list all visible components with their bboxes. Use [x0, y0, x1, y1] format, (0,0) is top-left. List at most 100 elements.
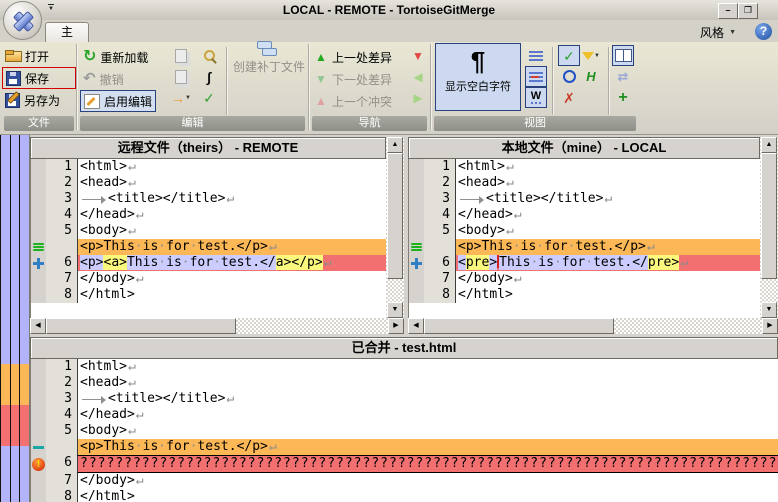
script-button[interactable]: ∫: [198, 66, 220, 87]
scroll-up-icon[interactable]: ▲: [761, 137, 777, 153]
quick-access-dropdown-icon[interactable]: ▼: [48, 4, 54, 14]
code-line[interactable]: 7 </body>↵: [31, 271, 387, 287]
scroll-left-icon[interactable]: ◀: [408, 318, 424, 334]
mine-vscrollbar[interactable]: ▲ ▼: [760, 137, 778, 318]
merged-pane[interactable]: 1 <html>↵ 2 <head>↵ 3 <title></title>↵ 4 </head…: [30, 359, 778, 502]
code-line[interactable]: 8 </html>: [31, 489, 778, 502]
scroll-thumb[interactable]: [387, 153, 403, 279]
code-line[interactable]: 5 <body>↵: [31, 223, 387, 239]
mark-resolved-button[interactable]: ✓: [198, 87, 220, 108]
line-diff-button[interactable]: [525, 66, 547, 87]
scroll-thumb[interactable]: [424, 318, 614, 334]
code-line[interactable]: 3 <title></title>↵: [409, 191, 761, 207]
theirs-vscrollbar[interactable]: ▲ ▼: [386, 137, 404, 318]
reload-button[interactable]: ↻ 重新加载: [80, 46, 156, 68]
filter-button[interactable]: ▼: [580, 45, 602, 66]
tab-whitespace-icon: [80, 391, 108, 407]
code-line[interactable]: 1 <html>↵: [31, 359, 778, 375]
maximize-button[interactable]: ❐: [738, 3, 758, 19]
goto-arrow-icon: →: [171, 89, 186, 106]
scroll-down-icon[interactable]: ▼: [761, 302, 777, 318]
prev-conflict-button[interactable]: ▲ 上一个冲突: [311, 90, 395, 112]
tab-main[interactable]: 主: [45, 22, 89, 42]
create-patch-button[interactable]: 创建补丁文件: [230, 41, 305, 74]
carriage-return-icon: ↵: [127, 159, 136, 174]
code-line[interactable]: 5 <body>↵: [31, 423, 778, 439]
paste-button[interactable]: [170, 66, 192, 87]
find-button[interactable]: [198, 45, 220, 66]
switch-view-button[interactable]: ⇄: [612, 66, 634, 87]
code-line[interactable]: ! 6??????????????????????????????????????…: [31, 455, 778, 473]
copy-button[interactable]: [170, 45, 192, 66]
code-line[interactable]: 7 </body>↵: [31, 473, 778, 489]
theirs-hscrollbar[interactable]: ◀ ▶: [30, 318, 404, 334]
mine-hscrollbar[interactable]: ◀ ▶: [408, 318, 778, 334]
scroll-thumb[interactable]: [761, 153, 777, 279]
fit-screen-button[interactable]: +: [612, 87, 634, 108]
code-line[interactable]: 6 <pre> This·is·for·test.</pre>↵: [409, 255, 761, 271]
code-line[interactable]: 5 <body>↵: [409, 223, 761, 239]
use-right-block-button[interactable]: ▶: [407, 87, 429, 108]
goto-button[interactable]: → ▼: [170, 87, 192, 108]
arrow-left-icon: ◀: [413, 69, 423, 84]
prev-diff-button[interactable]: ▲ 上一处差异: [311, 46, 395, 68]
code-line[interactable]: <p>This·is·for·test.</p>↵: [31, 239, 387, 255]
code-line[interactable]: <p>This·is·for·test.</p>↵: [409, 239, 761, 255]
style-dropdown-button[interactable]: 风格 ▼: [700, 24, 736, 41]
compare-whitespace-button[interactable]: ✓: [558, 45, 580, 66]
code-line[interactable]: 1 <html>↵: [409, 159, 761, 175]
line-wrap-button[interactable]: [525, 45, 547, 66]
next-conflict-button[interactable]: ▼: [407, 45, 429, 66]
show-whitespace-button[interactable]: ¶ 显示空白字符: [435, 43, 521, 111]
line-number: [46, 239, 77, 255]
code-line[interactable]: 8 </html>: [31, 287, 387, 303]
minimize-button[interactable]: –: [718, 3, 738, 19]
ribbon-group-file: 打开 保存 另存为 文件: [2, 43, 76, 132]
funnel-icon: [582, 51, 595, 60]
two-pane-view-button[interactable]: [612, 45, 634, 66]
theirs-pane[interactable]: 1 <html>↵ 2 <head>↵ 3 <title></title>↵ 4 </head…: [30, 159, 387, 318]
scroll-right-icon[interactable]: ▶: [388, 318, 404, 334]
scroll-right-icon[interactable]: ▶: [762, 318, 778, 334]
save-as-button[interactable]: 另存为: [2, 89, 76, 111]
code-line[interactable]: 4 </head>↵: [409, 207, 761, 223]
use-left-block-button[interactable]: ◀: [407, 66, 429, 87]
code-line[interactable]: 2 <head>↵: [31, 375, 778, 391]
code-line[interactable]: 4 </head>↵: [31, 207, 387, 223]
scroll-up-icon[interactable]: ▲: [387, 137, 403, 153]
code-line[interactable]: 8 </html>: [409, 287, 761, 303]
code-line[interactable]: 3 <title></title>↵: [31, 391, 778, 407]
app-menu-button[interactable]: [3, 1, 42, 40]
help-button[interactable]: ?: [755, 23, 772, 40]
code-segment: <head>: [80, 375, 127, 390]
next-diff-button[interactable]: ▼ 下一处差异: [311, 68, 395, 90]
undo-button[interactable]: ↶ 撤销: [80, 68, 156, 90]
line-number: [46, 439, 77, 455]
remove-comments-button[interactable]: ✗: [558, 87, 580, 108]
code-line[interactable]: 2 <head>↵: [409, 175, 761, 191]
scroll-down-icon[interactable]: ▼: [387, 302, 403, 318]
enable-edit-button[interactable]: 启用编辑: [80, 90, 157, 112]
next-diff-label: 下一处差异: [332, 72, 393, 87]
code-line[interactable]: 2 <head>↵: [31, 175, 387, 191]
code-line[interactable]: 1 <html>↵: [31, 159, 387, 175]
code-line[interactable]: <p>This·is·for·test.</p>↵: [31, 439, 778, 455]
code-line[interactable]: 3 <title></title>↵: [31, 191, 387, 207]
locator-bar[interactable]: [0, 135, 30, 502]
line-text: </head>↵: [77, 207, 387, 223]
open-button[interactable]: 打开: [2, 45, 76, 67]
code-line[interactable]: 6 <p><a>This·is·for·test.</a></p>↵: [31, 255, 387, 271]
save-button[interactable]: 保存: [2, 67, 76, 89]
code-line[interactable]: 4 </head>↵: [31, 407, 778, 423]
code-line[interactable]: 7 </body>↵: [409, 271, 761, 287]
word-wrap-button[interactable]: W: [525, 87, 547, 108]
highlight-button[interactable]: H: [580, 66, 602, 87]
whitespace-dot: ·: [158, 439, 167, 454]
scroll-thumb[interactable]: [46, 318, 236, 334]
whitespace-dot: ·: [530, 255, 539, 270]
ignore-case-button[interactable]: [558, 66, 580, 87]
mine-pane[interactable]: 1 <html>↵ 2 <head>↵ 3 <title></title>↵ 4 </head…: [408, 159, 761, 318]
code-segment: <title></title>: [486, 191, 604, 206]
scroll-left-icon[interactable]: ◀: [30, 318, 46, 334]
locator-band: [1, 135, 10, 365]
